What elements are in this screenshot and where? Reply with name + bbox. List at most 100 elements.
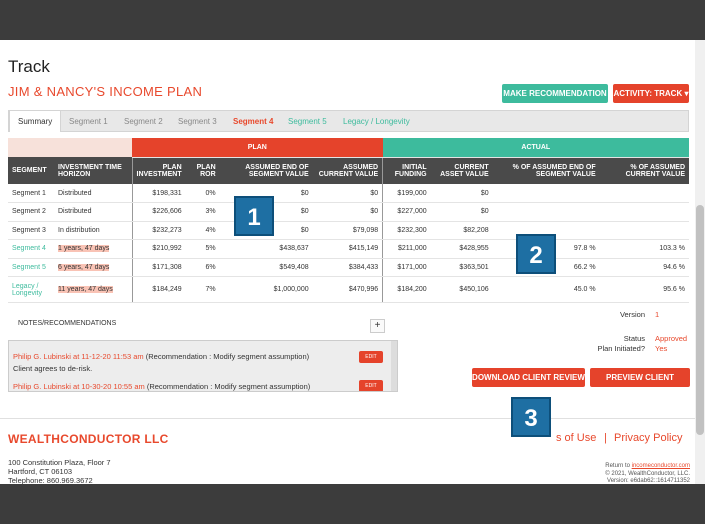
activity-dropdown-button[interactable]: ACTIVITY: TRACK ▾ [613,84,689,103]
notes-list[interactable]: Philip G. Lubinski at 11-12-20 11:53 am … [8,340,398,392]
cell: $198,331 [132,184,186,203]
note-type: (Recommendation : Modify segment assumpt… [145,352,310,361]
cell: $171,308 [132,258,186,277]
group-header-plan: PLAN [132,138,383,158]
table-row: Segment 4 1 years, 47 days $210,992 5% $… [8,239,689,259]
group-header-actual: ACTUAL [382,138,689,158]
cell: 3% [185,202,220,222]
edit-note-button[interactable]: EDIT [359,351,383,363]
note-item: Philip G. Lubinski at 10-30-20 10:55 am … [13,382,310,391]
cell: $549,408 [219,258,313,277]
cell: $199,000 [382,184,431,203]
segment-5-link[interactable]: Segment 5 [8,258,54,277]
tab-segment-4[interactable]: Segment 4 [233,111,273,132]
notes-title: NOTES/RECOMMENDATIONS [18,320,117,327]
tab-summary[interactable]: Summary [9,111,62,132]
note-item: Philip G. Lubinski at 11-12-20 11:53 am … [13,352,309,361]
cell-segment: Segment 2 [8,202,54,222]
cell: $415,149 [312,239,384,259]
cell: $0 [430,184,493,203]
plan-initiated-value: Yes [655,344,668,353]
tab-segment-2[interactable]: Segment 2 [124,111,163,132]
cell: $211,000 [382,239,431,259]
cell [492,184,600,203]
horizon-highlight: 6 years, 47 days [58,263,110,271]
segment-4-link[interactable]: Segment 4 [8,239,54,259]
plan-title: JIM & NANCY'S INCOME PLAN [8,84,203,99]
privacy-policy-link[interactable]: Privacy Policy [614,432,682,444]
cell [599,184,689,203]
download-client-review-button[interactable]: DOWNLOAD CLIENT REVIEW [472,368,585,387]
make-recommendation-button[interactable]: MAKE RECOMMENDATION [502,84,608,103]
callout-badge-1: 1 [234,196,274,236]
return-prefix: Return to [605,463,632,469]
note-author: Philip G. Lubinski at 10-30-20 10:55 am [13,382,145,391]
tab-segment-3[interactable]: Segment 3 [178,111,217,132]
tab-segment-5[interactable]: Segment 5 [288,111,327,132]
address-line-2: Hartford, CT 06103 [8,467,73,476]
col-time-horizon: INVESTMENT TIME HORIZON [54,157,133,184]
cell: 0% [185,184,220,203]
col-pct-end-value: % OF ASSUMED END OF SEGMENT VALUE [492,157,600,184]
terms-of-use-link[interactable]: s of Use [556,432,596,444]
cell: $184,200 [382,276,431,303]
cell: $184,249 [132,276,186,303]
cell-horizon: In distribution [54,221,133,240]
cell: $0 [430,202,493,222]
cell: 94.6 % [599,258,689,277]
wealthconductor-logo: WEALTHCONDUCTOR LLC [8,432,169,446]
cell: 95.6 % [599,276,689,303]
cell: 6% [185,258,220,277]
callout-badge-3: 3 [511,397,551,437]
cell-horizon: 6 years, 47 days [54,258,133,277]
tab-legacy-longevity[interactable]: Legacy / Longevity [343,111,410,132]
cell-horizon: Distributed [54,184,133,203]
legacy-longevity-link[interactable]: Legacy / Longevity [8,276,54,303]
summary-table: PLAN ACTUAL SEGMENT INVESTMENT TIME HORI… [8,138,689,303]
page-title: Track [8,57,50,76]
preview-client-review-button[interactable]: PREVIEW CLIENT REVIEW [590,368,690,401]
cell: $1,000,000 [219,276,313,303]
col-assumed-current-value: ASSUMED CURRENT VALUE [312,157,384,184]
cell: $438,637 [219,239,313,259]
version-value: 1 [655,310,660,319]
cell: $171,000 [382,258,431,277]
cell: $363,501 [430,258,493,277]
status-value: Approved [655,334,688,343]
edit-note-button[interactable]: EDIT [359,380,383,391]
col-segment: SEGMENT [8,157,54,184]
footer-separator: | [604,432,607,444]
cell: $227,000 [382,202,431,222]
table-row: Segment 3 In distribution $232,273 4% $0… [8,221,689,240]
cell [492,202,600,222]
cell-segment: Segment 3 [8,221,54,240]
col-pct-current-value: % OF ASSUMED CURRENT VALUE [599,157,689,184]
tab-bar: Summary Segment 1 Segment 2 Segment 3 Se… [8,110,689,132]
note-body: Client agrees to de-risk. [13,364,93,373]
tab-segment-1[interactable]: Segment 1 [69,111,108,132]
col-current-asset-value: CURRENT ASSET VALUE [430,157,493,184]
cell: $384,433 [312,258,384,277]
add-note-button[interactable]: + [370,319,385,333]
table-row: Segment 5 6 years, 47 days $171,308 6% $… [8,258,689,277]
cell-segment: Segment 1 [8,184,54,203]
page-scrollbar[interactable] [695,40,705,484]
cell: $0 [312,202,384,222]
scroll-thumb[interactable] [696,205,704,435]
notes-scrollbar[interactable] [391,341,397,391]
cell: $450,106 [430,276,493,303]
cell [599,221,689,240]
incomeconductor-link[interactable]: incomeconductor.com [632,463,690,469]
footer-divider [0,418,695,419]
cell: $79,098 [312,221,384,240]
cell: $470,996 [312,276,384,303]
cell: 5% [185,239,220,259]
col-plan-investment: PLAN INVESTMENT [132,157,186,184]
status-label: Status [623,334,645,343]
address-line-1: 100 Constitution Plaza, Floor 7 [8,458,111,467]
horizon-highlight: 1 years, 47 days [58,245,110,253]
cell [599,202,689,222]
telephone: Telephone: 860.969.3672 [8,476,93,484]
col-initial-funding: INITIAL FUNDING [382,157,431,184]
copyright: © 2021, WealthConductor, LLC. [605,471,690,477]
